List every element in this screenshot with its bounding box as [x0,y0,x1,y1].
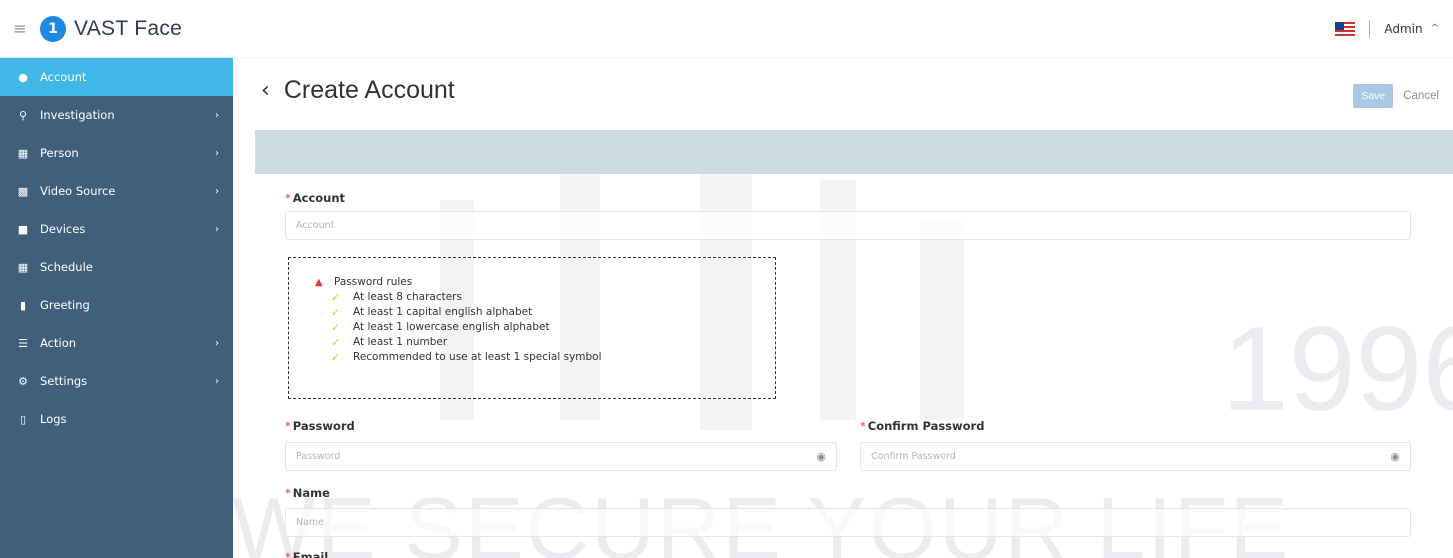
password-rules-box: ▲ Password rules ✓ At least 8 characters… [288,257,776,399]
check-icon: ✓ [331,351,341,364]
sidebar-item-label: Settings [40,374,88,388]
sidebar-item-investigation[interactable]: ⚲ Investigation › [0,96,233,134]
user-menu[interactable]: Admin ^ [1384,22,1439,36]
rule-text: At least 1 lowercase english alphabet [353,321,550,333]
message-icon: ▮ [19,298,27,312]
sidebar-item-label: Investigation [40,108,115,122]
check-icon: ✓ [331,291,341,304]
required-marker: * [285,419,291,433]
account-field[interactable] [285,211,1411,240]
page-title: Create Account [283,76,455,104]
account-input[interactable] [296,220,1400,231]
cancel-button[interactable]: Cancel [1403,90,1439,102]
password-rules-title: Password rules [334,276,413,288]
eye-icon[interactable]: ◉ [816,450,826,463]
chevron-right-icon: › [215,337,219,349]
logo[interactable]: 1 VAST Face [40,15,183,42]
sidebar-item-greeting[interactable]: ▮ Greeting [0,286,233,324]
logo-mark: 1 [40,15,66,42]
required-marker: * [285,486,291,500]
user-name: Admin [1384,21,1423,36]
password-input[interactable] [296,451,811,462]
chevron-up-icon: ^ [1430,23,1439,34]
bell-icon: ▲ [315,277,323,288]
confirm-password-label-text: Confirm Password [867,419,985,433]
rule-text: At least 1 number [353,336,448,348]
sidebar-item-devices[interactable]: ■ Devices › [0,210,233,248]
confirm-password-input[interactable] [871,451,1385,462]
sidebar: ● Account ⚲ Investigation › ▦ Person › ▩… [0,58,233,558]
main-content: ‹ Create Account Save Cancel *Account ▲ … [233,58,1453,558]
sidebar-item-logs[interactable]: ▯ Logs [0,400,233,438]
check-icon: ✓ [331,336,341,349]
chevron-right-icon: › [215,109,219,121]
id-card-icon: ▦ [17,146,29,160]
us-flag-icon[interactable] [1335,21,1356,36]
check-icon: ✓ [331,321,341,334]
rule-text: Recommended to use at least 1 special sy… [353,351,602,363]
sidebar-item-label: Action [40,336,77,350]
top-bar: ≡ 1 VAST Face Admin ^ [0,0,1453,58]
list-item: ✓ Recommended to use at least 1 special … [315,350,775,365]
rule-text: At least 8 characters [353,291,462,303]
section-header-band [255,130,1453,174]
rule-text: At least 1 capital english alphabet [353,306,533,318]
list-item: ✓ At least 1 lowercase english alphabet [315,320,775,335]
confirm-password-label: * Confirm Password [860,419,984,433]
users-icon: ● [18,70,28,84]
sidebar-item-video-source[interactable]: ▩ Video Source › [0,172,233,210]
password-label: * Password [285,419,355,433]
sidebar-item-label: Logs [40,412,67,426]
list-item: ✓ At least 1 capital english alphabet [315,305,775,320]
sidebar-item-label: Greeting [40,298,90,312]
clipboard-icon: ▯ [19,412,27,426]
sidebar-item-settings[interactable]: ⚙ Settings › [0,362,233,400]
sidebar-item-schedule[interactable]: ▦ Schedule [0,248,233,286]
account-label: * Account [285,191,345,205]
password-label-text: Password [292,419,355,433]
name-field[interactable] [285,508,1411,537]
sidebar-item-label: Account [40,70,87,84]
gears-icon: ⚙ [18,374,28,388]
list-icon: ☰ [18,336,28,350]
topbar-divider [1369,19,1371,38]
sidebar-item-action[interactable]: ☰ Action › [0,324,233,362]
name-input[interactable] [296,517,1400,528]
sidebar-item-label: Video Source [40,184,116,198]
sidebar-item-label: Person [40,146,79,160]
video-source-icon: ▩ [17,184,29,198]
list-item: ✓ At least 1 number [315,335,775,350]
password-field[interactable]: ◉ [285,442,837,471]
name-label-text: Name [292,486,330,500]
chevron-right-icon: › [215,375,219,387]
save-button[interactable]: Save [1353,84,1394,108]
email-label: * Email [285,550,328,558]
sidebar-item-label: Devices [40,222,86,236]
chevron-right-icon: › [215,185,219,197]
chevron-right-icon: › [215,223,219,235]
camera-icon: ■ [17,222,29,236]
required-marker: * [860,419,866,433]
account-label-text: Account [292,191,346,205]
search-icon: ⚲ [18,108,28,122]
menu-icon[interactable]: ≡ [0,0,40,58]
sidebar-item-account[interactable]: ● Account [0,58,233,96]
eye-icon[interactable]: ◉ [1390,450,1400,463]
sidebar-item-label: Schedule [40,260,93,274]
email-label-text: Email [292,550,329,558]
app-name: VAST Face [74,16,183,40]
name-label: * Name [285,486,330,500]
sidebar-item-person[interactable]: ▦ Person › [0,134,233,172]
confirm-password-field[interactable]: ◉ [860,442,1411,471]
calendar-icon: ▦ [17,260,29,274]
check-icon: ✓ [331,306,341,319]
chevron-right-icon: › [215,147,219,159]
required-marker: * [285,550,291,558]
back-arrow-icon[interactable]: ‹ [261,78,270,103]
required-marker: * [285,191,291,205]
list-item: ✓ At least 8 characters [315,290,775,305]
